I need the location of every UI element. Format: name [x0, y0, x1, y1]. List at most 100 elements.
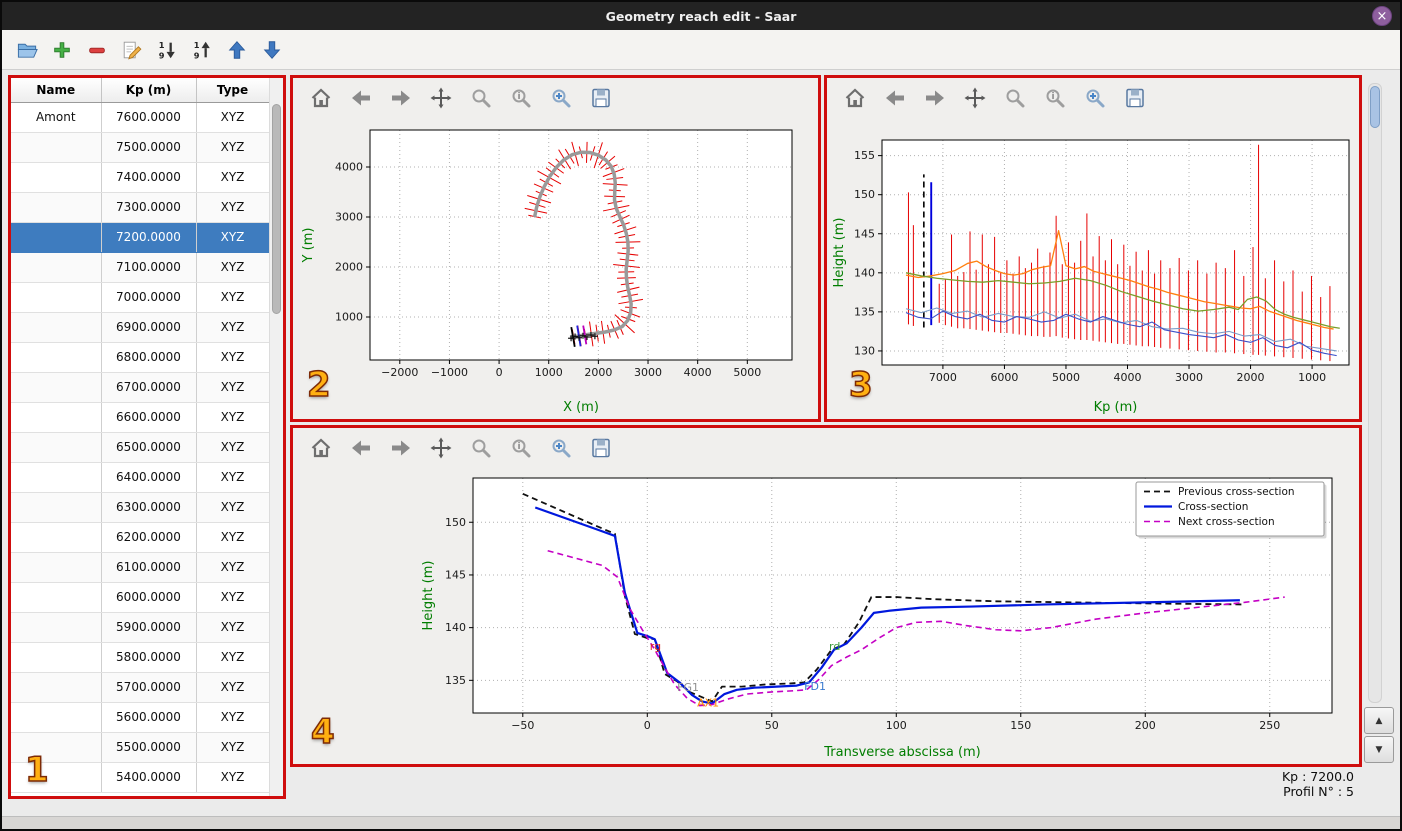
table-row[interactable]: 5400.0000 XYZ: [11, 762, 269, 793]
table-scrollbar[interactable]: [269, 78, 283, 796]
scroll-down-button[interactable]: ▼: [1364, 736, 1394, 763]
add-button[interactable]: [49, 37, 75, 63]
table-row[interactable]: 6500.0000 XYZ: [11, 432, 269, 463]
pan-button[interactable]: [427, 435, 454, 462]
cell-kp: 5800.0000: [101, 642, 197, 673]
column-header-type[interactable]: Type: [196, 78, 269, 103]
home-button[interactable]: [841, 85, 868, 112]
cell-type: XYZ: [196, 342, 269, 373]
table-row[interactable]: 7100.0000 XYZ: [11, 252, 269, 283]
long-profile-toolbar: i: [827, 78, 1359, 118]
table-row[interactable]: 6200.0000 XYZ: [11, 522, 269, 553]
zoom-fit-button[interactable]: [1081, 85, 1108, 112]
move-down-button[interactable]: [259, 37, 285, 63]
cell-kp: 6500.0000: [101, 432, 197, 463]
zoom-fit-button[interactable]: [547, 435, 574, 462]
vertical-scrollbar[interactable]: [1368, 83, 1382, 703]
zoom-select-button[interactable]: i: [507, 435, 534, 462]
table-row[interactable]: 5700.0000 XYZ: [11, 672, 269, 703]
table-row[interactable]: 5600.0000 XYZ: [11, 702, 269, 733]
open-folder-icon: [16, 38, 39, 61]
svg-text:−1000: −1000: [431, 366, 468, 379]
table-row[interactable]: 7200.0000 XYZ: [11, 222, 269, 253]
zoom-button[interactable]: [467, 85, 494, 112]
cell-name: [11, 282, 102, 313]
cell-name: [11, 702, 102, 733]
table-row[interactable]: 5800.0000 XYZ: [11, 642, 269, 673]
sort-up-button[interactable]: 19: [189, 37, 215, 63]
svg-text:1000: 1000: [1298, 371, 1326, 384]
svg-text:Kp (m): Kp (m): [1094, 400, 1138, 415]
cell-name: [11, 342, 102, 373]
cell-kp: 7200.0000: [101, 222, 197, 253]
svg-text:Previous cross-section: Previous cross-section: [1178, 486, 1295, 498]
pan-button[interactable]: [427, 85, 454, 112]
svg-text:9: 9: [194, 50, 200, 60]
table-row[interactable]: 6700.0000 XYZ: [11, 372, 269, 403]
zoom-fit-button[interactable]: [547, 85, 574, 112]
cell-kp: 7600.0000: [101, 102, 197, 133]
long-profile-plot[interactable]: 7000 6000 5000 4000 3000 2000 1000 130 135 140 145…: [827, 118, 1359, 419]
save-button[interactable]: [587, 435, 614, 462]
svg-text:135: 135: [854, 305, 875, 318]
table-row[interactable]: 6900.0000 XYZ: [11, 312, 269, 343]
forward-button[interactable]: [387, 435, 414, 462]
forward-button[interactable]: [387, 85, 414, 112]
table-row[interactable]: 6600.0000 XYZ: [11, 402, 269, 433]
svg-text:AX1: AX1: [697, 697, 719, 710]
cell-name: [11, 162, 102, 193]
vertical-scrollbar-thumb[interactable]: [1370, 86, 1380, 128]
cell-kp: 5500.0000: [101, 732, 197, 763]
table-row[interactable]: 5900.0000 XYZ: [11, 612, 269, 643]
zoom-select-button[interactable]: i: [1041, 85, 1068, 112]
zoom-button[interactable]: [1001, 85, 1028, 112]
remove-button[interactable]: [84, 37, 110, 63]
sort-up-icon: 19: [191, 39, 213, 61]
table-row[interactable]: 6800.0000 XYZ: [11, 342, 269, 373]
plan-view-plot[interactable]: −2000 −1000 0 1000 2000 3000 4000 5000 1000 2000 3…: [293, 118, 818, 419]
scroll-up-button[interactable]: ▲: [1364, 707, 1394, 734]
svg-text:1000: 1000: [535, 366, 563, 379]
svg-text:i: i: [1051, 92, 1054, 102]
svg-text:250: 250: [1259, 719, 1280, 732]
edit-button[interactable]: [119, 37, 145, 63]
sort-down-button[interactable]: 19: [154, 37, 180, 63]
back-button[interactable]: [881, 85, 908, 112]
edit-icon: [121, 39, 143, 61]
back-button[interactable]: [347, 85, 374, 112]
home-button[interactable]: [307, 435, 334, 462]
cell-type: XYZ: [196, 252, 269, 283]
column-header-kp-m[interactable]: Kp (m): [101, 78, 197, 103]
forward-button[interactable]: [921, 85, 948, 112]
pan-button[interactable]: [961, 85, 988, 112]
save-button[interactable]: [587, 85, 614, 112]
table-row[interactable]: 7000.0000 XYZ: [11, 282, 269, 313]
cell-name: [11, 492, 102, 523]
home-button[interactable]: [307, 85, 334, 112]
zoom-icon: [469, 86, 493, 110]
svg-text:Next cross-section: Next cross-section: [1178, 516, 1275, 528]
table-row[interactable]: 7400.0000 XYZ: [11, 162, 269, 193]
back-button[interactable]: [347, 435, 374, 462]
table-row[interactable]: Amont 7600.0000 XYZ: [11, 102, 269, 133]
open-button[interactable]: [14, 37, 40, 63]
column-header-name[interactable]: Name: [11, 78, 102, 103]
table-row[interactable]: 7500.0000 XYZ: [11, 132, 269, 163]
cross-section-plot[interactable]: −50 0 50 100 150 200 250 135 140 145 150 rg rd FG1 AX1…: [293, 468, 1359, 764]
table-row[interactable]: 6100.0000 XYZ: [11, 552, 269, 583]
table-row[interactable]: 5500.0000 XYZ: [11, 732, 269, 763]
zoom-select-button[interactable]: i: [507, 85, 534, 112]
pan-icon: [429, 436, 453, 460]
table-row[interactable]: 6400.0000 XYZ: [11, 462, 269, 493]
table-row[interactable]: 7300.0000 XYZ: [11, 192, 269, 223]
zoom-fit-icon: [549, 436, 573, 460]
cell-kp: 5600.0000: [101, 702, 197, 733]
move-up-button[interactable]: [224, 37, 250, 63]
close-button[interactable]: ×: [1372, 6, 1392, 26]
svg-text:2000: 2000: [584, 366, 612, 379]
table-row[interactable]: 6000.0000 XYZ: [11, 582, 269, 613]
table-row[interactable]: 6300.0000 XYZ: [11, 492, 269, 523]
table-scrollbar-thumb[interactable]: [272, 104, 281, 314]
save-button[interactable]: [1121, 85, 1148, 112]
zoom-button[interactable]: [467, 435, 494, 462]
